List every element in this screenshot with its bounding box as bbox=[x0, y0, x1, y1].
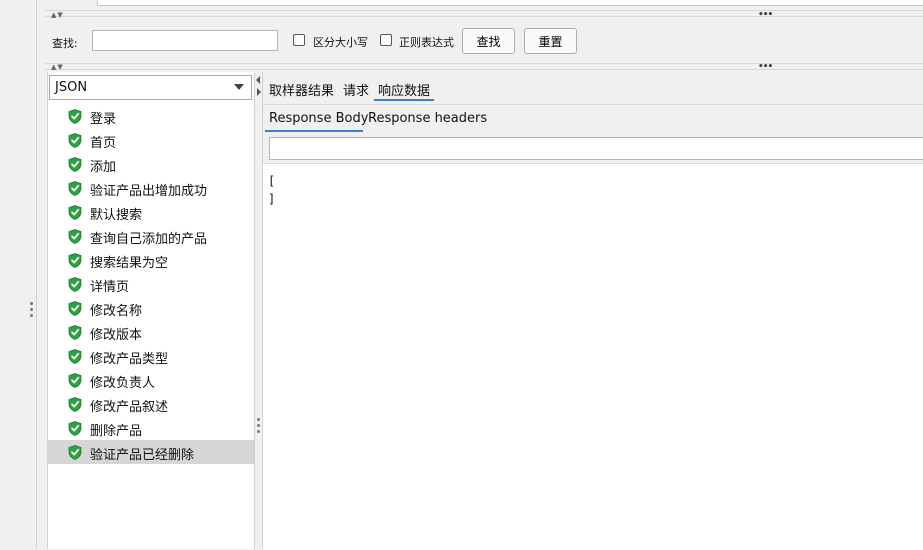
tree-item-label: 查询自己添加的产品 bbox=[90, 232, 208, 247]
tree-item[interactable]: 搜索结果为空 bbox=[47, 248, 254, 272]
success-shield-icon bbox=[68, 181, 82, 196]
tree-item[interactable]: 修改名称 bbox=[47, 296, 254, 320]
success-shield-icon bbox=[68, 229, 82, 244]
tree-item-label: 详情页 bbox=[90, 280, 130, 295]
tree-item-label: 添加 bbox=[90, 160, 117, 175]
tree-item[interactable]: 查询自己添加的产品 bbox=[47, 224, 254, 248]
active-tab-indicator bbox=[374, 99, 434, 101]
search-label: 查找: bbox=[52, 37, 78, 50]
response-filter-input[interactable] bbox=[269, 137, 923, 160]
main-splitter-grip-icon[interactable]: ••• bbox=[758, 63, 773, 72]
success-shield-icon bbox=[68, 325, 82, 340]
tree-item-label: 删除产品 bbox=[90, 424, 143, 439]
tab-sampler-result[interactable]: 取样器结果 bbox=[269, 80, 334, 99]
tree-item-label: 默认搜索 bbox=[90, 208, 143, 223]
success-shield-icon bbox=[68, 373, 82, 388]
tab-request[interactable]: 请求 bbox=[343, 80, 369, 99]
tree-item[interactable]: 首页 bbox=[47, 128, 254, 152]
renderer-selected-value: JSON bbox=[55, 80, 88, 95]
success-shield-icon bbox=[68, 109, 82, 124]
success-shield-icon bbox=[68, 301, 82, 316]
expand-right-icon[interactable] bbox=[257, 88, 261, 96]
tree-item-label: 修改版本 bbox=[90, 328, 143, 343]
case-sensitive-checkbox[interactable] bbox=[293, 34, 305, 46]
left-gutter bbox=[0, 0, 45, 549]
success-shield-icon bbox=[68, 397, 82, 412]
tree-item-label: 搜索结果为空 bbox=[90, 256, 169, 271]
tab-response-body[interactable]: Response Body bbox=[269, 111, 368, 126]
tree-item-label: 修改名称 bbox=[90, 304, 143, 319]
reset-button[interactable]: 重置 bbox=[524, 28, 577, 54]
regex-checkbox[interactable] bbox=[380, 34, 392, 46]
main-splitter[interactable] bbox=[45, 63, 923, 70]
success-shield-icon bbox=[68, 349, 82, 364]
tree-item[interactable]: 登录 bbox=[47, 104, 254, 128]
response-body-line: ] bbox=[268, 192, 276, 206]
success-shield-icon bbox=[68, 445, 82, 460]
tree-item-label: 验证产品已经删除 bbox=[90, 448, 195, 463]
tab-response-data[interactable]: 响应数据 bbox=[378, 80, 430, 99]
success-shield-icon bbox=[68, 253, 82, 268]
tree-item[interactable]: 验证产品已经删除 bbox=[47, 440, 254, 464]
vertical-splitter-grip-icon[interactable] bbox=[257, 418, 260, 436]
collapse-left-icon[interactable] bbox=[256, 76, 260, 84]
tab-response-headers[interactable]: Response headers bbox=[368, 111, 487, 126]
top-splitter-grip-icon[interactable]: ••• bbox=[758, 11, 773, 20]
tree-item[interactable]: 删除产品 bbox=[47, 416, 254, 440]
left-splitter-grip[interactable] bbox=[30, 302, 34, 318]
tree-item-label: 修改负责人 bbox=[90, 376, 156, 391]
tree-item[interactable]: 验证产品出增加成功 bbox=[47, 176, 254, 200]
tree-item[interactable]: 修改版本 bbox=[47, 320, 254, 344]
find-button[interactable]: 查找 bbox=[462, 28, 515, 54]
response-body-area[interactable] bbox=[263, 163, 923, 550]
main-splitter-arrows-icon[interactable]: ▲▼ bbox=[51, 63, 64, 71]
tree-item-label: 修改产品叙述 bbox=[90, 400, 169, 415]
gutter-divider bbox=[36, 0, 37, 549]
tree-item[interactable]: 修改负责人 bbox=[47, 368, 254, 392]
top-splitter-arrows-icon[interactable]: ▲▼ bbox=[51, 11, 64, 19]
top-splitter[interactable] bbox=[45, 10, 923, 17]
tree-item-label: 首页 bbox=[90, 136, 117, 151]
regex-label: 正则表达式 bbox=[399, 36, 454, 49]
tab-divider bbox=[263, 104, 923, 105]
search-input[interactable] bbox=[92, 30, 278, 51]
tree-item[interactable]: 修改产品类型 bbox=[47, 344, 254, 368]
tree-item-label: 修改产品类型 bbox=[90, 352, 169, 367]
success-shield-icon bbox=[68, 421, 82, 436]
case-sensitive-label: 区分大小写 bbox=[313, 36, 368, 49]
success-shield-icon bbox=[68, 133, 82, 148]
tree-item-label: 验证产品出增加成功 bbox=[90, 184, 208, 199]
vertical-splitter[interactable] bbox=[254, 72, 263, 549]
top-field-remnant bbox=[97, 0, 923, 6]
tree-item[interactable]: 添加 bbox=[47, 152, 254, 176]
success-shield-icon bbox=[68, 277, 82, 292]
tree-item[interactable]: 详情页 bbox=[47, 272, 254, 296]
tree-item[interactable]: 修改产品叙述 bbox=[47, 392, 254, 416]
active-subtab-indicator bbox=[265, 130, 363, 132]
response-body-line: [ bbox=[268, 174, 276, 188]
tree-item-label: 登录 bbox=[90, 112, 117, 127]
tree-item[interactable]: 默认搜索 bbox=[47, 200, 254, 224]
chevron-down-icon[interactable] bbox=[234, 84, 244, 90]
success-shield-icon bbox=[68, 157, 82, 172]
success-shield-icon bbox=[68, 205, 82, 220]
